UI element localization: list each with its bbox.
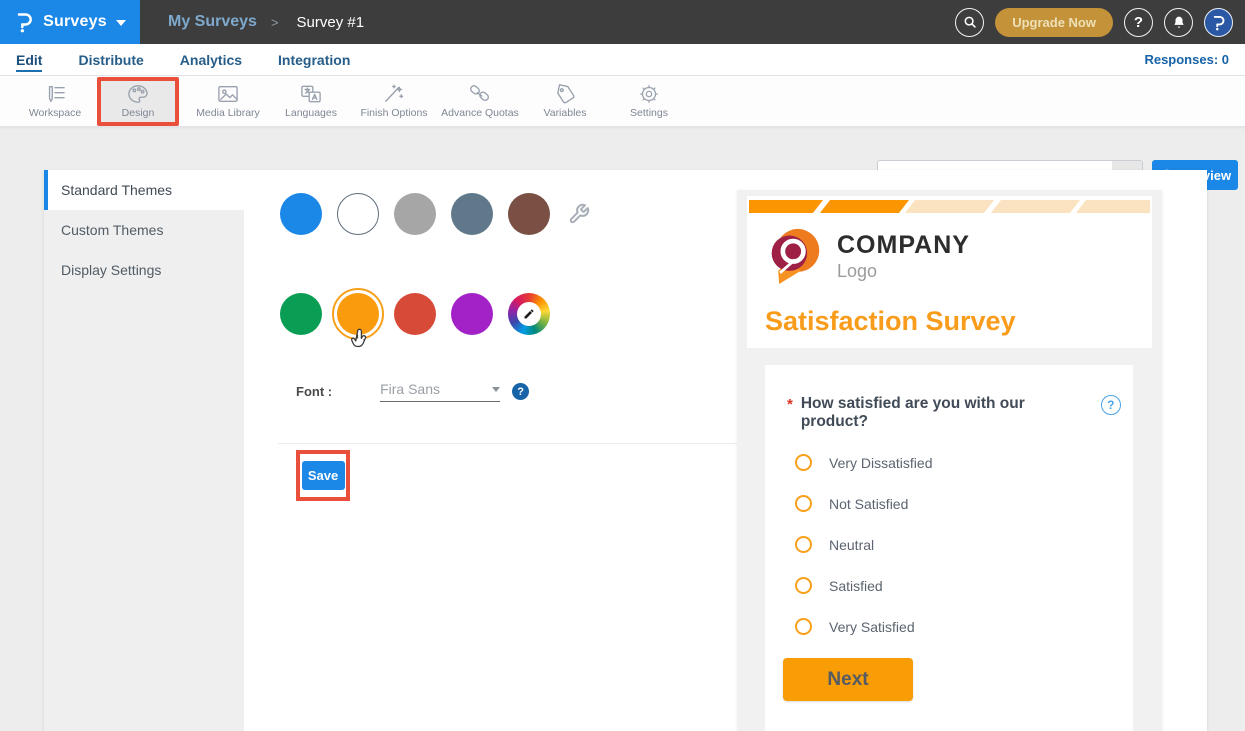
- tab-distribute[interactable]: Distribute: [78, 48, 143, 72]
- wrench-icon: [568, 203, 590, 225]
- toolbar-item-settings[interactable]: Settings: [608, 79, 690, 124]
- edit-toolbar: Workspace Design Media Library Languages: [0, 76, 1245, 127]
- swatch-purple[interactable]: [451, 293, 493, 335]
- swatch-orange-selected[interactable]: [332, 288, 384, 340]
- sidebar-item-display-settings[interactable]: Display Settings: [44, 250, 244, 290]
- toolbar-item-languages[interactable]: Languages: [272, 79, 350, 124]
- question-row: * How satisfied are you with our product…: [787, 395, 1121, 431]
- design-card: Standard Themes Custom Themes Display Se…: [44, 170, 1207, 731]
- breadcrumb-separator: >: [271, 15, 279, 30]
- company-logo-sub: Logo: [837, 261, 970, 282]
- survey-title: Satisfaction Survey: [765, 306, 1016, 337]
- radio-icon[interactable]: [795, 454, 812, 471]
- swatch-brown[interactable]: [508, 193, 550, 235]
- swatch-red[interactable]: [394, 293, 436, 335]
- font-row: Font : Fira Sans ?: [296, 381, 529, 402]
- questionpro-logo-icon: [14, 11, 34, 33]
- save-annotation-box: Save: [296, 450, 350, 501]
- tag-icon: [554, 84, 577, 104]
- font-select[interactable]: Fira Sans: [380, 381, 500, 402]
- survey-subnav: Edit Distribute Analytics Integration Re…: [0, 44, 1245, 76]
- option-neutral[interactable]: Neutral: [795, 524, 932, 565]
- bell-icon: [1172, 15, 1186, 30]
- help-button[interactable]: ?: [1124, 8, 1153, 37]
- custom-color-picker-button[interactable]: [508, 293, 550, 335]
- font-select-value: Fira Sans: [380, 381, 440, 397]
- swatch-blue[interactable]: [280, 193, 322, 235]
- sidebar-item-custom-themes[interactable]: Custom Themes: [44, 210, 244, 250]
- subnav-tabs: Edit Distribute Analytics Integration: [16, 48, 350, 72]
- top-header: Surveys My Surveys > Survey #1 Upgrade N…: [0, 0, 1245, 44]
- company-logo: COMPANY Logo: [767, 225, 970, 287]
- swatch-gray[interactable]: [394, 193, 436, 235]
- sidebar-item-standard-themes[interactable]: Standard Themes: [44, 170, 244, 210]
- answer-options: Very Dissatisfied Not Satisfied Neutral …: [795, 442, 932, 647]
- question-text: How satisfied are you with our product?: [801, 395, 1091, 431]
- breadcrumb: My Surveys > Survey #1: [168, 13, 364, 31]
- toolbar-item-finish-options[interactable]: Finish Options: [350, 79, 438, 124]
- swatch-slate[interactable]: [451, 193, 493, 235]
- breadcrumb-my-surveys[interactable]: My Surveys: [168, 13, 257, 31]
- search-button[interactable]: [955, 8, 984, 37]
- image-icon: [216, 84, 240, 104]
- search-icon: [963, 15, 977, 29]
- questionpro-avatar-icon: [1211, 14, 1226, 31]
- toolbar-item-workspace[interactable]: Workspace: [13, 79, 97, 124]
- survey-preview-panel: COMPANY Logo Satisfaction Survey * How s…: [737, 190, 1162, 731]
- font-label: Font :: [296, 384, 332, 399]
- translate-icon: [299, 84, 323, 104]
- surveys-menu-label: Surveys: [43, 13, 107, 31]
- toolbar-item-design[interactable]: Design: [97, 77, 179, 126]
- magic-wand-icon: [382, 84, 406, 104]
- swatch-orange: [337, 293, 379, 335]
- surveys-menu-button[interactable]: Surveys: [0, 0, 140, 44]
- toolbar-item-variables[interactable]: Variables: [527, 79, 603, 124]
- question-help-icon[interactable]: ?: [1101, 395, 1121, 415]
- palette-icon: [127, 84, 149, 104]
- breadcrumb-current-survey: Survey #1: [297, 14, 365, 31]
- custom-theme-wrench-button[interactable]: [568, 203, 590, 230]
- responses-count[interactable]: Responses: 0: [1144, 52, 1229, 67]
- swatch-green[interactable]: [280, 293, 322, 335]
- next-button[interactable]: Next: [783, 658, 913, 701]
- question-card: * How satisfied are you with our product…: [765, 365, 1133, 731]
- save-button[interactable]: Save: [302, 461, 345, 490]
- divider: [278, 443, 738, 444]
- header-actions: Upgrade Now ?: [955, 8, 1245, 37]
- radio-icon[interactable]: [795, 536, 812, 553]
- swatch-white[interactable]: [337, 193, 379, 235]
- company-pin-logo-icon: [767, 225, 823, 287]
- workspace-icon: [43, 84, 67, 104]
- design-sidebar: Standard Themes Custom Themes Display Se…: [44, 170, 244, 731]
- tab-analytics[interactable]: Analytics: [180, 48, 242, 72]
- option-very-dissatisfied[interactable]: Very Dissatisfied: [795, 442, 932, 483]
- tab-edit[interactable]: Edit: [16, 48, 42, 72]
- notifications-button[interactable]: [1164, 8, 1193, 37]
- chain-links-icon: [468, 84, 492, 104]
- chevron-down-icon: [116, 20, 126, 26]
- option-very-satisfied[interactable]: Very Satisfied: [795, 606, 932, 647]
- toolbar-item-advance-quotas[interactable]: Advance Quotas: [432, 79, 528, 124]
- radio-icon[interactable]: [795, 618, 812, 635]
- gear-icon: [638, 84, 660, 104]
- preview-header-card: COMPANY Logo Satisfaction Survey: [747, 196, 1152, 348]
- toolbar-item-media-library[interactable]: Media Library: [183, 79, 273, 124]
- color-picker-pencil: [517, 302, 541, 326]
- tab-integration[interactable]: Integration: [278, 48, 350, 72]
- survey-progress-bar: [749, 200, 1150, 213]
- option-not-satisfied[interactable]: Not Satisfied: [795, 483, 932, 524]
- font-help-icon[interactable]: ?: [512, 383, 529, 400]
- radio-icon[interactable]: [795, 577, 812, 594]
- questionpro-design-page: Surveys My Surveys > Survey #1 Upgrade N…: [0, 0, 1245, 731]
- company-logo-text: COMPANY Logo: [837, 231, 970, 282]
- required-asterisk: *: [787, 396, 793, 413]
- pencil-icon: [523, 308, 535, 320]
- company-name: COMPANY: [837, 231, 970, 260]
- chevron-down-icon: [492, 387, 500, 392]
- radio-icon[interactable]: [795, 495, 812, 512]
- option-satisfied[interactable]: Satisfied: [795, 565, 932, 606]
- account-avatar-button[interactable]: [1204, 8, 1233, 37]
- upgrade-now-button[interactable]: Upgrade Now: [995, 8, 1113, 37]
